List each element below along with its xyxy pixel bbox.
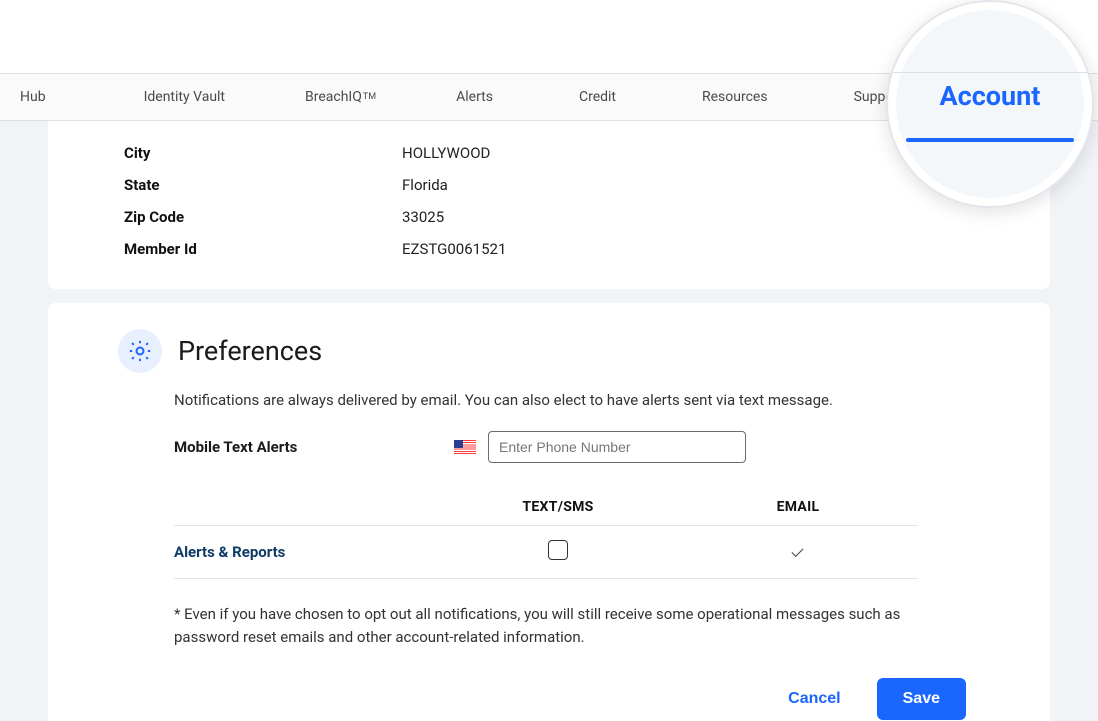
value-state: Florida xyxy=(402,176,448,194)
preferences-table: TEXT/SMS EMAIL Alerts & Reports xyxy=(174,491,918,579)
value-city: HOLLYWOOD xyxy=(402,144,490,162)
profile-row-zip: Zip Code 33025 xyxy=(124,201,974,233)
nav-breachiq[interactable]: BreachIQTM xyxy=(287,74,394,120)
col-email: EMAIL xyxy=(678,499,918,515)
textsms-checkbox[interactable] xyxy=(548,540,568,560)
nav-credit[interactable]: Credit xyxy=(561,74,634,120)
label-state: State xyxy=(124,176,402,194)
value-member-id: EZSTG0061521 xyxy=(402,240,506,258)
pref-table-row-alerts: Alerts & Reports xyxy=(174,525,918,579)
account-magnifier: Account xyxy=(886,0,1094,208)
page-background: City HOLLYWOOD State Florida Zip Code 33… xyxy=(0,121,1098,721)
trademark-superscript: TM xyxy=(363,92,376,102)
label-zip: Zip Code xyxy=(124,208,402,226)
gear-icon xyxy=(118,329,162,373)
profile-row-state: State Florida xyxy=(124,169,974,201)
preferences-card: Preferences Notifications are always del… xyxy=(48,303,1050,721)
us-flag-icon[interactable] xyxy=(454,440,476,454)
phone-number-input[interactable] xyxy=(488,431,746,463)
mobile-text-alerts-label: Mobile Text Alerts xyxy=(174,438,454,456)
nav-breachiq-label: BreachIQ xyxy=(305,89,362,105)
profile-row-member-id: Member Id EZSTG0061521 xyxy=(124,233,974,265)
pref-table-header: TEXT/SMS EMAIL xyxy=(174,491,918,525)
save-button[interactable]: Save xyxy=(877,678,966,720)
preferences-description: Notifications are always delivered by em… xyxy=(174,391,974,409)
nav-resources[interactable]: Resources xyxy=(684,74,786,120)
col-textsms: TEXT/SMS xyxy=(438,499,678,515)
nav-alerts[interactable]: Alerts xyxy=(438,74,511,120)
email-check-icon xyxy=(789,542,807,558)
preferences-disclaimer: * Even if you have chosen to opt out all… xyxy=(174,603,918,650)
label-member-id: Member Id xyxy=(124,240,402,258)
preferences-actions: Cancel Save xyxy=(118,678,966,720)
label-city: City xyxy=(124,144,402,162)
value-zip: 33025 xyxy=(402,208,444,226)
preferences-header: Preferences xyxy=(118,329,974,373)
cancel-button[interactable]: Cancel xyxy=(780,680,848,718)
account-underline xyxy=(906,138,1074,142)
preferences-title: Preferences xyxy=(178,335,322,367)
row-alerts-name: Alerts & Reports xyxy=(174,543,438,561)
mobile-text-alerts-row: Mobile Text Alerts xyxy=(174,431,974,463)
nav-account-highlight[interactable]: Account xyxy=(888,80,1092,112)
nav-identity-vault[interactable]: Identity Vault xyxy=(126,74,243,120)
nav-hub[interactable]: Hub xyxy=(2,74,64,120)
profile-row-city: City HOLLYWOOD xyxy=(124,137,974,169)
